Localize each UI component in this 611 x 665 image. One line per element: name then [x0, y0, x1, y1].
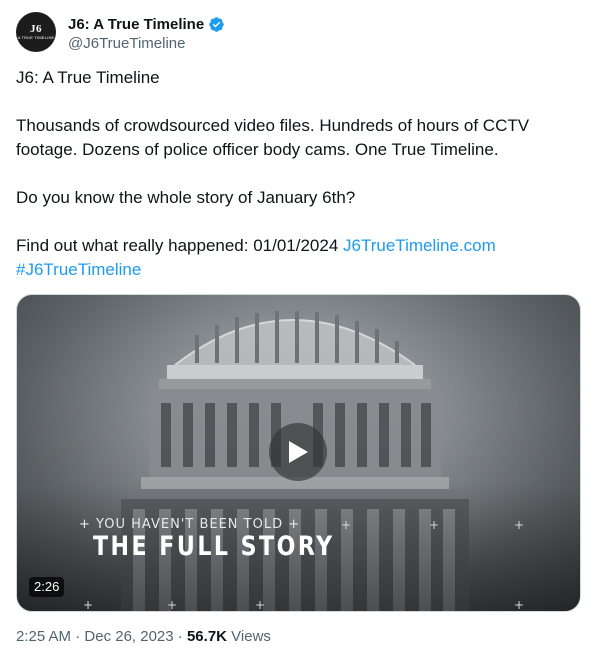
- tweet-line-title: J6: A True Timeline: [16, 68, 160, 87]
- tweet-text: J6: A True Timeline Thousands of crowdso…: [16, 66, 576, 282]
- avatar[interactable]: J6 A TRUE TIMELINE: [16, 12, 56, 52]
- website-link[interactable]: J6TrueTimeline.com: [343, 236, 496, 255]
- author-names: J6: A True Timeline @J6TrueTimeline: [68, 14, 225, 52]
- play-button[interactable]: [269, 423, 327, 481]
- tweet-header: J6 A TRUE TIMELINE J6: A True Timeline @…: [16, 12, 595, 54]
- video-overlay-title: THE FULL STORY: [93, 531, 335, 562]
- svg-text:+: +: [83, 598, 93, 611]
- video-overlay-subtitle: + YOU HAVEN'T BEEN TOLD +: [79, 517, 301, 532]
- svg-text:+: +: [167, 598, 177, 611]
- hashtag-link[interactable]: #J6TrueTimeline: [16, 260, 141, 279]
- svg-text:+: +: [514, 518, 524, 532]
- svg-text:+: +: [255, 598, 265, 611]
- tweet-line-question: Do you know the whole story of January 6…: [16, 188, 356, 207]
- video-duration-badge: 2:26: [29, 577, 65, 597]
- tweet-line-description: Thousands of crowdsourced video files. H…: [16, 116, 530, 159]
- author-handle[interactable]: @J6TrueTimeline: [68, 35, 225, 52]
- tweet-cta-text: Find out what really happened: 01/01/202…: [16, 236, 344, 255]
- verified-badge-icon: [209, 16, 224, 32]
- svg-text:+: +: [514, 598, 524, 611]
- views-count: 56.7K: [186, 628, 227, 645]
- meta-separator: ·: [71, 628, 85, 645]
- svg-text:+: +: [341, 518, 351, 532]
- author-display-name[interactable]: J6: A True Timeline: [68, 16, 204, 33]
- tweet-date[interactable]: Dec 26, 2023: [84, 628, 173, 645]
- tweet-time[interactable]: 2:25 AM: [16, 628, 71, 645]
- tweet-line-cta: Find out what really happened: 01/01/202…: [16, 234, 576, 258]
- tweet-metadata: 2:25 AM · Dec 26, 2023 · 56.7K Views: [16, 628, 271, 645]
- play-icon: [289, 441, 308, 463]
- views-label: Views: [227, 628, 271, 645]
- avatar-logo-subtext: A TRUE TIMELINE: [17, 34, 55, 40]
- meta-separator: ·: [173, 628, 187, 645]
- video-player[interactable]: + + + + + + + + YOU HAVEN'T BEEN TOLD + THE…: [16, 294, 581, 612]
- svg-text:+: +: [429, 518, 439, 532]
- avatar-logo-text: J6: [30, 22, 42, 35]
